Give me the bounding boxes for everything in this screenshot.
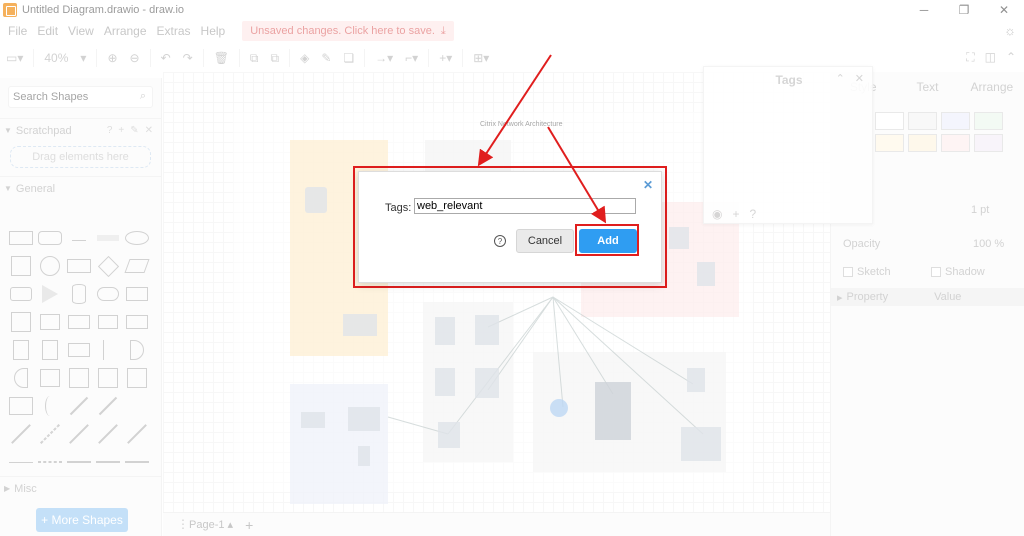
cancel-button[interactable]: Cancel [516, 229, 574, 253]
tags-input[interactable] [414, 198, 636, 214]
tags-label: Tags: [385, 202, 412, 214]
help-icon[interactable]: ? [494, 235, 506, 247]
add-button-highlight [575, 224, 639, 256]
close-dialog-icon[interactable]: ✕ [643, 178, 653, 192]
